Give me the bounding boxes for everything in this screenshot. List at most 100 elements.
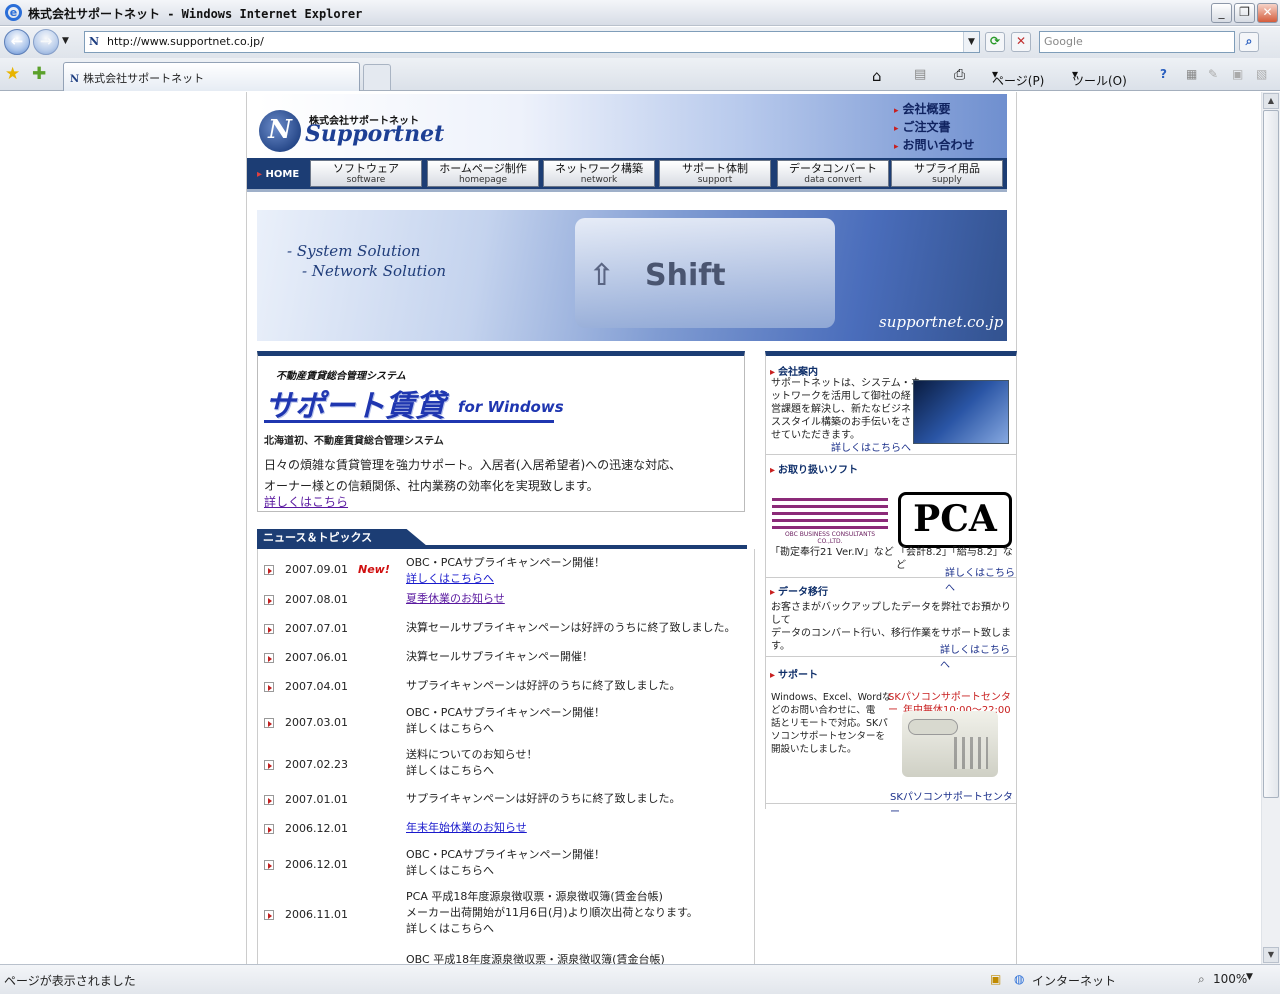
forward-button[interactable]: → — [33, 29, 59, 55]
scroll-up-button[interactable]: ▲ — [1263, 93, 1279, 109]
news-title: ニュース＆トピックス — [257, 529, 427, 546]
news-bullet-icon — [264, 795, 274, 805]
home-icon[interactable]: ⌂ — [872, 67, 882, 85]
news-link[interactable]: 夏季休業のお知らせ — [406, 591, 746, 607]
supportnet-page: N 株式会社サポートネット Supportnet ▸ 会社概要 ▸ ご注文書 ▸ お問… — [246, 92, 1017, 964]
news-more-text[interactable]: 詳しくはこちらへ — [406, 721, 746, 737]
title-bar: e 株式会社サポートネット - Windows Internet Explore… — [0, 0, 1280, 26]
research-icon[interactable]: ▦ — [1186, 67, 1197, 81]
nav-sublabel: software — [346, 175, 386, 185]
news-more-text[interactable]: 詳しくはこちらへ — [406, 763, 746, 779]
favorites-star-icon[interactable]: ★ — [5, 64, 20, 84]
nav-sublabel: homepage — [459, 175, 507, 185]
tools-menu[interactable]: ツール(O) ▾ — [1072, 67, 1127, 88]
tab-supportnet[interactable]: N 株式会社サポートネット — [63, 62, 360, 91]
status-bar: ページが表示されました ▣ ◍ インターネット ⌕ 100% ▼ — [0, 964, 1280, 994]
add-favorite-icon[interactable]: ✚ — [32, 64, 46, 84]
scroll-thumb[interactable] — [1263, 110, 1279, 798]
shift-key-text: Shift — [645, 258, 726, 293]
address-field[interactable]: N http://www.supportnet.co.jp/ ▼ — [84, 31, 980, 53]
hero-banner: ⇧ Shift - System Solution - Network Solu… — [257, 210, 1007, 341]
nav-data-convert[interactable]: データコンバート data convert — [777, 160, 889, 187]
soft-heading-label: お取り扱いソフト — [778, 465, 859, 476]
product-subtitle: 北海道初、不動産賃貸総合管理システム — [264, 436, 444, 447]
news-bullet-icon — [264, 718, 274, 728]
soft-more-link[interactable]: 詳しくはこちらへ — [945, 564, 1016, 594]
supportnet-logo-icon[interactable]: N — [259, 110, 301, 152]
close-button[interactable]: ✕ — [1257, 3, 1278, 23]
main-nav: ▸ HOME ソフトウェア software ホームページ制作 homepage ネ… — [247, 158, 1007, 192]
support-text: 開設いたしました。 — [771, 744, 857, 755]
news-header: ニュース＆トピックス — [257, 529, 747, 549]
news-link[interactable]: 年末年始休業のお知らせ — [406, 820, 746, 836]
about-more-link[interactable]: 詳しくはこちらへ — [831, 439, 911, 454]
address-dropdown-icon[interactable]: ▼ — [963, 32, 979, 52]
hero-system-solution: - System Solution — [287, 242, 421, 260]
nav-home[interactable]: ▸ HOME — [247, 158, 307, 192]
send-icon[interactable]: ▣ — [1232, 67, 1243, 81]
home-arrow-icon: ▸ — [257, 169, 266, 180]
help-icon[interactable]: ? — [1160, 67, 1167, 81]
divider — [766, 577, 1016, 578]
toplink-order[interactable]: ▸ ご注文書 — [894, 118, 951, 135]
product-more-link[interactable]: 詳しくはこちら — [264, 493, 348, 510]
refresh-button[interactable]: ⟳ — [985, 32, 1005, 52]
handset-icon — [908, 719, 958, 735]
news-text: 決算セールサプライキャンペーンは好評のうちに終了致しました。 — [406, 621, 736, 634]
toplink-company[interactable]: ▸ 会社概要 — [894, 100, 951, 117]
divider — [766, 803, 1016, 804]
nav-support[interactable]: サポート体制 support — [659, 160, 771, 187]
zoom-level[interactable]: 100% — [1213, 972, 1247, 986]
minimize-button[interactable]: _ — [1211, 3, 1232, 23]
telephone-image — [902, 711, 998, 777]
nav-label: データコンバート — [789, 162, 877, 175]
url-text[interactable]: http://www.supportnet.co.jp/ — [107, 35, 264, 48]
zoom-dropdown-icon[interactable]: ▼ — [1246, 972, 1253, 982]
tab-label: 株式会社サポートネット — [83, 72, 205, 85]
news-text: 送料についてのお知らせ！ — [406, 748, 538, 761]
news-link[interactable]: 詳しくはこちらへ — [406, 571, 746, 587]
nav-label: ホームページ制作 — [439, 162, 527, 175]
stop-button[interactable]: ✕ — [1011, 32, 1031, 52]
history-dropdown-icon[interactable]: ▼ — [62, 36, 69, 46]
nav-software[interactable]: ソフトウェア software — [310, 160, 422, 187]
news-text: OBC 平成18年度源泉徴収票・源泉徴収簿(賃金台帳) — [406, 953, 665, 964]
toplink-contact[interactable]: ▸ お問い合わせ — [894, 136, 975, 153]
news-more-text[interactable]: 詳しくはこちらへ — [406, 863, 746, 879]
nav-sublabel: data convert — [804, 175, 862, 185]
search-input[interactable]: Google — [1039, 31, 1235, 53]
vertical-scrollbar[interactable]: ▲ ▼ — [1261, 92, 1280, 964]
obc-logo[interactable]: OBC BUSINESS CONSULTANTS CO.,LTD. — [772, 494, 888, 545]
news-text: OBC・PCAサプライキャンペーン開催！ — [406, 848, 605, 861]
new-badge: New! — [358, 563, 390, 576]
nav-supply[interactable]: サプライ用品 supply — [891, 160, 1003, 187]
feeds-icon[interactable]: ▤ — [914, 67, 926, 82]
news-more-text[interactable]: 詳しくはこちらへ — [406, 921, 746, 937]
data-heading-label: データ移行 — [778, 587, 829, 598]
page-menu[interactable]: ページ(P) ▾ — [992, 67, 1044, 88]
nav-home-label: HOME — [265, 169, 300, 180]
window-title: 株式会社サポートネット - Windows Internet Explorer — [28, 7, 363, 21]
nav-homepage[interactable]: ホームページ制作 homepage — [427, 160, 539, 187]
back-button[interactable]: ← — [4, 29, 30, 55]
blog-icon[interactable]: ✎ — [1208, 67, 1218, 81]
search-icon[interactable]: ⌕ — [1239, 32, 1259, 52]
ie-logo-icon: e — [5, 4, 22, 21]
print-icon[interactable]: ⎙ — [954, 67, 965, 83]
scroll-down-button[interactable]: ▼ — [1263, 947, 1279, 963]
news-date: 2007.09.01 — [285, 563, 348, 576]
tab-bar: ★ ✚ N 株式会社サポートネット ⌂ ▤ ⎙ ページ(P) ▾ ツール(O) ▾… — [0, 58, 1280, 91]
nav-label: ネットワーク構築 — [555, 162, 643, 175]
data-heading: ▸ データ移行 — [770, 587, 829, 598]
product-title[interactable]: サポート賃貸 — [265, 381, 445, 425]
news-text: 決算セールサプライキャンペー開催！ — [406, 650, 593, 663]
logo-english-name[interactable]: Supportnet — [305, 121, 444, 147]
pca-logo[interactable]: PCA — [898, 492, 1012, 548]
new-tab-button[interactable] — [363, 64, 391, 90]
nav-network[interactable]: ネットワーク構築 network — [543, 160, 655, 187]
protected-mode-icon[interactable]: ▣ — [990, 972, 1001, 986]
toplink-contact-label: お問い合わせ — [902, 138, 975, 152]
news-date: 2007.07.01 — [285, 622, 348, 635]
onenote-icon[interactable]: ▧ — [1256, 67, 1267, 81]
maximize-button[interactable]: ❐ — [1234, 3, 1255, 23]
